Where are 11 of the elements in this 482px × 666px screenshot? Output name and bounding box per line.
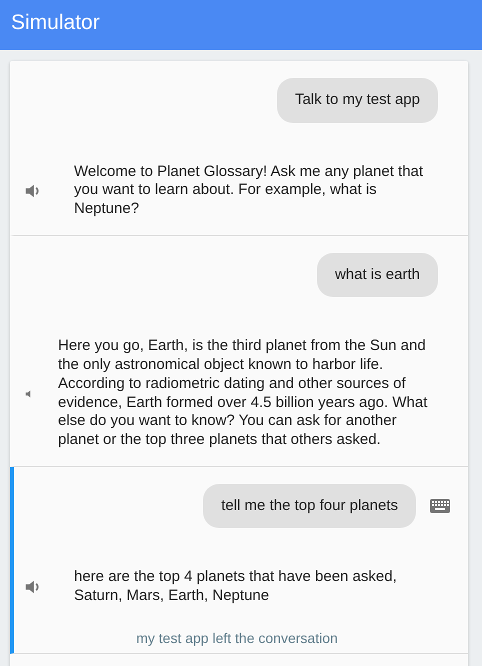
speaker-icon[interactable] [24, 390, 32, 398]
conversation-notice: my test app left the conversation [136, 630, 338, 646]
app-title: Simulator [0, 0, 482, 50]
conversation-turn[interactable]: Talk to my test app Welcome to Planet Glossary! Ask me any planet that you want to learn about. For example, what is Neptune? [10, 61, 468, 236]
user-message: Talk to my test app [276, 78, 438, 122]
user-message: what is earth [316, 252, 438, 298]
conversation-turn[interactable]: tell me the top four planets here are the top 4 planets that have been asked, Saturn, Mars, Earth, Neptune my test app left the conversation [10, 466, 468, 654]
assistant-reply: Welcome to Planet Glossary! Ask me any planet that you want to learn about. For example, what is Neptune? [74, 162, 424, 219]
user-message: tell me the top four planets [203, 484, 416, 528]
assistant-reply: Here you go, Earth, is the third planet from the Sun and the only astronomical object known to harbor life. According to radiometric dating and other sources of evidence, Earth formed over 4.5 billion years ago. What else do you want to know? You can ask for another planet or the top three planets that others asked. [58, 337, 428, 450]
assistant-reply: here are the top 4 planets that have been asked, Saturn, Mars, Earth, Neptune [74, 568, 398, 606]
